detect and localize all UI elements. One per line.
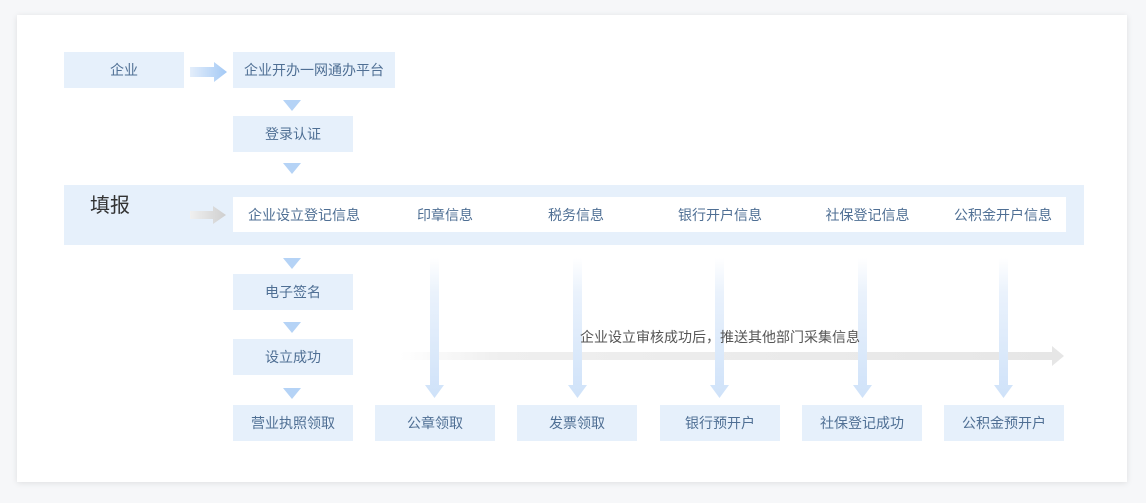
- result-invoice: 发票领取: [517, 405, 637, 441]
- result-label: 公章领取: [407, 416, 463, 432]
- result-label: 发票领取: [549, 416, 605, 432]
- result-label: 营业执照领取: [251, 416, 335, 432]
- result-bank: 银行预开户: [660, 405, 780, 441]
- arrow-enterprise-to-platform: [190, 62, 227, 82]
- result-fund: 公积金预开户: [944, 405, 1064, 441]
- push-note: 企业设立审核成功后，推送其他部门采集信息: [580, 330, 860, 346]
- chevron-down-icon: [283, 163, 301, 174]
- arrow-fill-to-items: [190, 206, 226, 224]
- result-label: 银行预开户: [685, 416, 755, 432]
- chevron-down-icon: [283, 322, 301, 333]
- arrow-push-departments: [400, 346, 1064, 366]
- chevron-down-icon: [283, 100, 301, 111]
- chevron-down-icon: [283, 388, 301, 399]
- arrow-seal-down: [425, 258, 444, 398]
- result-label: 公积金预开户: [962, 416, 1046, 432]
- result-label: 社保登记成功: [820, 416, 904, 432]
- result-license: 营业执照领取: [233, 405, 353, 441]
- result-seal: 公章领取: [375, 405, 495, 441]
- chevron-down-icon: [283, 258, 301, 269]
- arrow-fund-down: [994, 258, 1013, 398]
- result-social: 社保登记成功: [802, 405, 922, 441]
